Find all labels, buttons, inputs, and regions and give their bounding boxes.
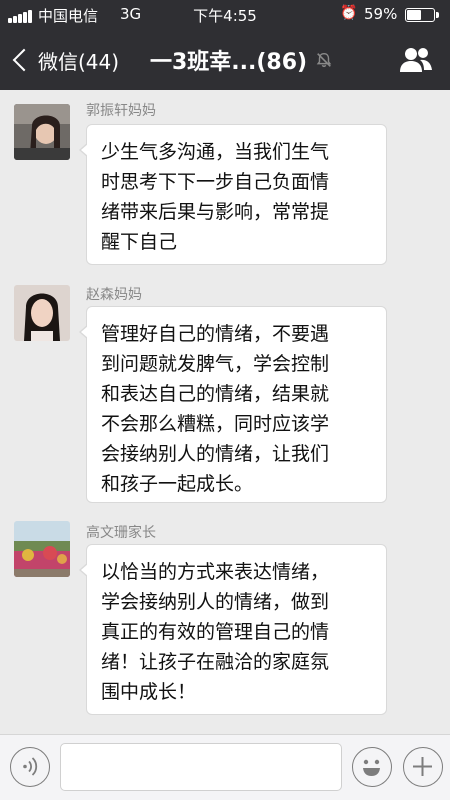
message-line: 会接纳别人的情绪，让我们: [101, 443, 330, 465]
message-line: 到问题就发脾气，学会控制: [101, 353, 330, 375]
back-label: 微信(44): [38, 49, 120, 74]
message-line: 学会接纳别人的情绪，做到: [101, 591, 330, 613]
message-line: 绪带来后果与影响，常常提: [101, 201, 330, 223]
sender-name: 赵森妈妈: [86, 287, 142, 303]
nav-bar: 微信(44) 一3班幸...(86): [0, 30, 450, 90]
avatar[interactable]: [14, 104, 70, 160]
chevron-left-icon: [12, 48, 36, 72]
message-line: 绪！让孩子在融洽的家庭氛: [101, 651, 330, 673]
sender-name: 高文珊家长: [86, 525, 156, 541]
voice-button[interactable]: [10, 747, 50, 787]
message-line: 以恰当的方式来表达情绪，: [101, 561, 330, 583]
chat-title-area: 一3班幸...(86): [150, 40, 333, 80]
message-line: 少生气多沟通，当我们生气: [101, 141, 330, 163]
message-input[interactable]: [60, 743, 342, 791]
message-bubble[interactable]: 以恰当的方式来表达情绪， 学会接纳别人的情绪，做到 真正的有效的管理自己的情 绪…: [79, 544, 387, 715]
mute-bell-icon: [316, 52, 332, 68]
message-bubble[interactable]: 管理好自己的情绪，不要遇 到问题就发脾气，学会控制 和表达自己的情绪，结果就 不…: [79, 306, 387, 503]
sender-name: 郭振轩妈妈: [86, 103, 156, 119]
message-line: 真正的有效的管理自己的情: [101, 621, 330, 643]
voice-icon: [23, 757, 38, 776]
message-line: 不会那么糟糕，同时应该学: [101, 413, 330, 435]
emoji-button[interactable]: [352, 747, 392, 787]
plus-icon: [413, 757, 432, 776]
emoji-icon: [363, 759, 380, 776]
message-bubble[interactable]: 少生气多沟通，当我们生气 时思考下下一步自己负面情 绪带来后果与影响，常常提 醒…: [79, 124, 387, 265]
message-line: 和表达自己的情绪，结果就: [101, 383, 330, 405]
message-line: 和孩子一起成长。: [101, 473, 254, 495]
alarm-icon: ⏰: [340, 5, 358, 21]
input-bar: [0, 734, 450, 800]
message-line: 时思考下下一步自己负面情: [101, 171, 330, 193]
plus-button[interactable]: [403, 747, 443, 787]
top-bar: 中国电信 3G 下午4:55 ⏰ 59% 微信(44) 一3班幸...(86): [0, 0, 450, 90]
chat-title: 一3班幸...(86): [150, 50, 308, 75]
message-line: 围中成长！: [101, 681, 197, 703]
message-line: 管理好自己的情绪，不要遇: [101, 323, 330, 345]
message-line: 醒下自己: [101, 231, 178, 253]
avatar[interactable]: [14, 285, 70, 341]
group-members-icon[interactable]: [398, 44, 434, 76]
battery-percent: 59%: [364, 5, 398, 23]
battery-icon: [405, 8, 439, 22]
status-bar: 中国电信 3G 下午4:55 ⏰ 59%: [0, 0, 450, 30]
avatar[interactable]: [14, 521, 70, 577]
back-button[interactable]: 微信(44): [10, 40, 119, 80]
battery-fill: [407, 10, 422, 20]
